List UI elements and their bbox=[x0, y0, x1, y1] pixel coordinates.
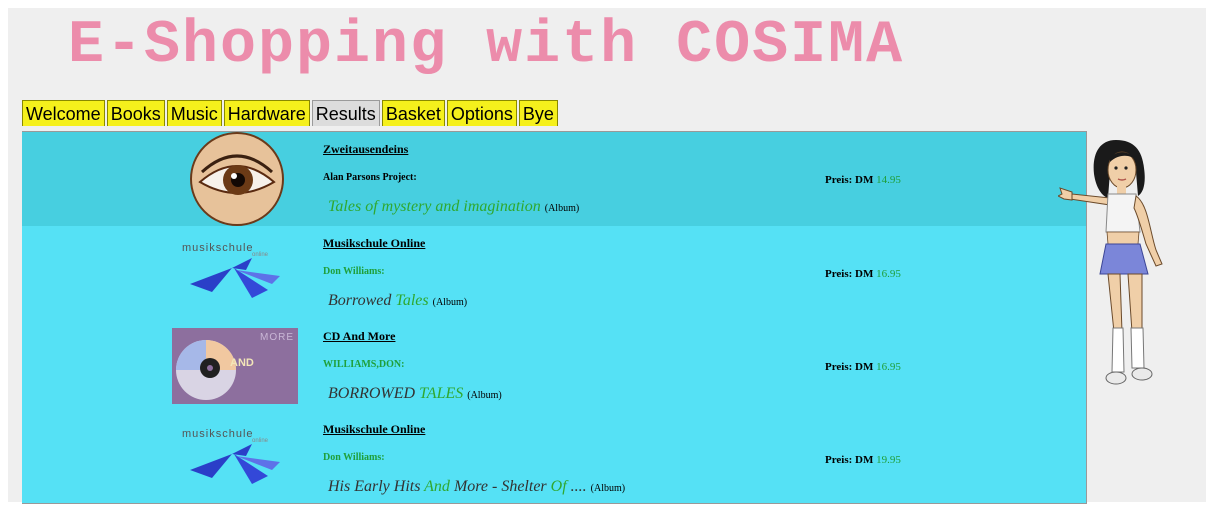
price-value: 16.95 bbox=[876, 268, 901, 280]
tab-books[interactable]: Books bbox=[106, 100, 165, 126]
album-title-match: Tales of mystery and imagination bbox=[328, 198, 541, 215]
tab-bar: Welcome Books Music Hardware Results Basket Op… bbox=[22, 100, 560, 126]
result-row[interactable]: musikschule online Musikschule Online Don W… bbox=[22, 412, 1086, 503]
price-label: Preis: DM bbox=[825, 174, 874, 186]
album-title-match: And bbox=[424, 478, 450, 495]
musikschule-logo-text: musikschule bbox=[182, 242, 254, 254]
eye-logo bbox=[190, 132, 284, 231]
cosima-assistant-icon bbox=[1056, 140, 1163, 385]
album-kind: (Album) bbox=[467, 390, 502, 401]
tab-music[interactable]: Music bbox=[166, 100, 222, 126]
shop-link[interactable]: Musikschule Online bbox=[323, 236, 425, 251]
shop-link[interactable]: Musikschule Online bbox=[323, 422, 425, 437]
cd-logo-and-text: AND bbox=[230, 357, 254, 369]
results-panel: Zweitausendeins Alan Parsons Project: Tale… bbox=[22, 131, 1087, 504]
album-title-match: TALES bbox=[419, 385, 464, 402]
page-title: E-Shopping with COSIMA bbox=[68, 12, 905, 80]
album-title-match: Of bbox=[550, 478, 567, 495]
tab-welcome[interactable]: Welcome bbox=[22, 100, 105, 126]
cosima-assistant bbox=[1056, 132, 1208, 407]
musikschule-logo-subtext: online bbox=[252, 252, 269, 258]
album-title-part: BORROWED bbox=[328, 385, 420, 402]
artist-name: Don Williams: bbox=[323, 452, 385, 463]
price: Preis: DM 19.95 bbox=[825, 454, 901, 466]
musikschule-logo: musikschule online bbox=[172, 240, 292, 300]
album-kind: (Album) bbox=[544, 203, 580, 214]
album-title-part: Borrowed bbox=[328, 292, 396, 309]
musikschule-logo: musikschule online bbox=[172, 426, 292, 486]
album-title: Borrowed Tales (Album) bbox=[328, 292, 467, 310]
result-row[interactable]: musikschule online Musikschule Online Don W… bbox=[22, 226, 1086, 319]
result-row[interactable]: Zweitausendeins Alan Parsons Project: Tale… bbox=[22, 132, 1086, 226]
cd-and-more-logo: AND MORE bbox=[172, 328, 298, 404]
musikschule-logo-text: musikschule bbox=[182, 428, 254, 440]
album-title-part: More - Shelter bbox=[449, 478, 551, 495]
tab-bye[interactable]: Bye bbox=[518, 100, 558, 126]
artist-name: Alan Parsons Project: bbox=[323, 172, 417, 183]
tab-hardware[interactable]: Hardware bbox=[223, 100, 310, 126]
album-kind: (Album) bbox=[432, 297, 468, 308]
shop-link[interactable]: Zweitausendeins bbox=[323, 142, 408, 157]
album-title-part: His Early Hits bbox=[328, 478, 425, 495]
cd-logo-more-text: MORE bbox=[260, 332, 294, 343]
price-label: Preis: DM bbox=[825, 268, 874, 280]
album-title: Tales of mystery and imagination (Album) bbox=[328, 198, 579, 216]
price-label: Preis: DM bbox=[825, 361, 874, 373]
shop-link[interactable]: CD And More bbox=[323, 329, 395, 344]
price-value: 19.95 bbox=[876, 454, 901, 466]
price-label: Preis: DM bbox=[825, 454, 874, 466]
album-title-part: .... bbox=[566, 478, 587, 495]
tab-basket[interactable]: Basket bbox=[381, 100, 445, 126]
album-title-match: Tales bbox=[395, 292, 429, 309]
price-value: 14.95 bbox=[876, 174, 901, 186]
artist-name: WILLIAMS,DON: bbox=[323, 359, 405, 370]
price: Preis: DM 16.95 bbox=[825, 268, 901, 280]
result-row[interactable]: AND MORE CD And More WILLIAMS,DON: BORROWED … bbox=[22, 319, 1086, 412]
tab-results[interactable]: Results bbox=[311, 100, 380, 126]
album-title: BORROWED TALES (Album) bbox=[328, 385, 502, 403]
eye-logo-icon bbox=[190, 132, 284, 226]
price: Preis: DM 16.95 bbox=[825, 361, 901, 373]
price: Preis: DM 14.95 bbox=[825, 174, 901, 186]
page-frame: E-Shopping with COSIMA Welcome Books Music… bbox=[8, 8, 1208, 504]
musikschule-logo-subtext: online bbox=[252, 438, 269, 444]
album-kind: (Album) bbox=[590, 483, 626, 494]
price-value: 16.95 bbox=[876, 361, 901, 373]
artist-name: Don Williams: bbox=[323, 266, 385, 277]
album-title: His Early Hits And More - Shelter Of ...… bbox=[328, 478, 625, 496]
tab-options[interactable]: Options bbox=[446, 100, 517, 126]
